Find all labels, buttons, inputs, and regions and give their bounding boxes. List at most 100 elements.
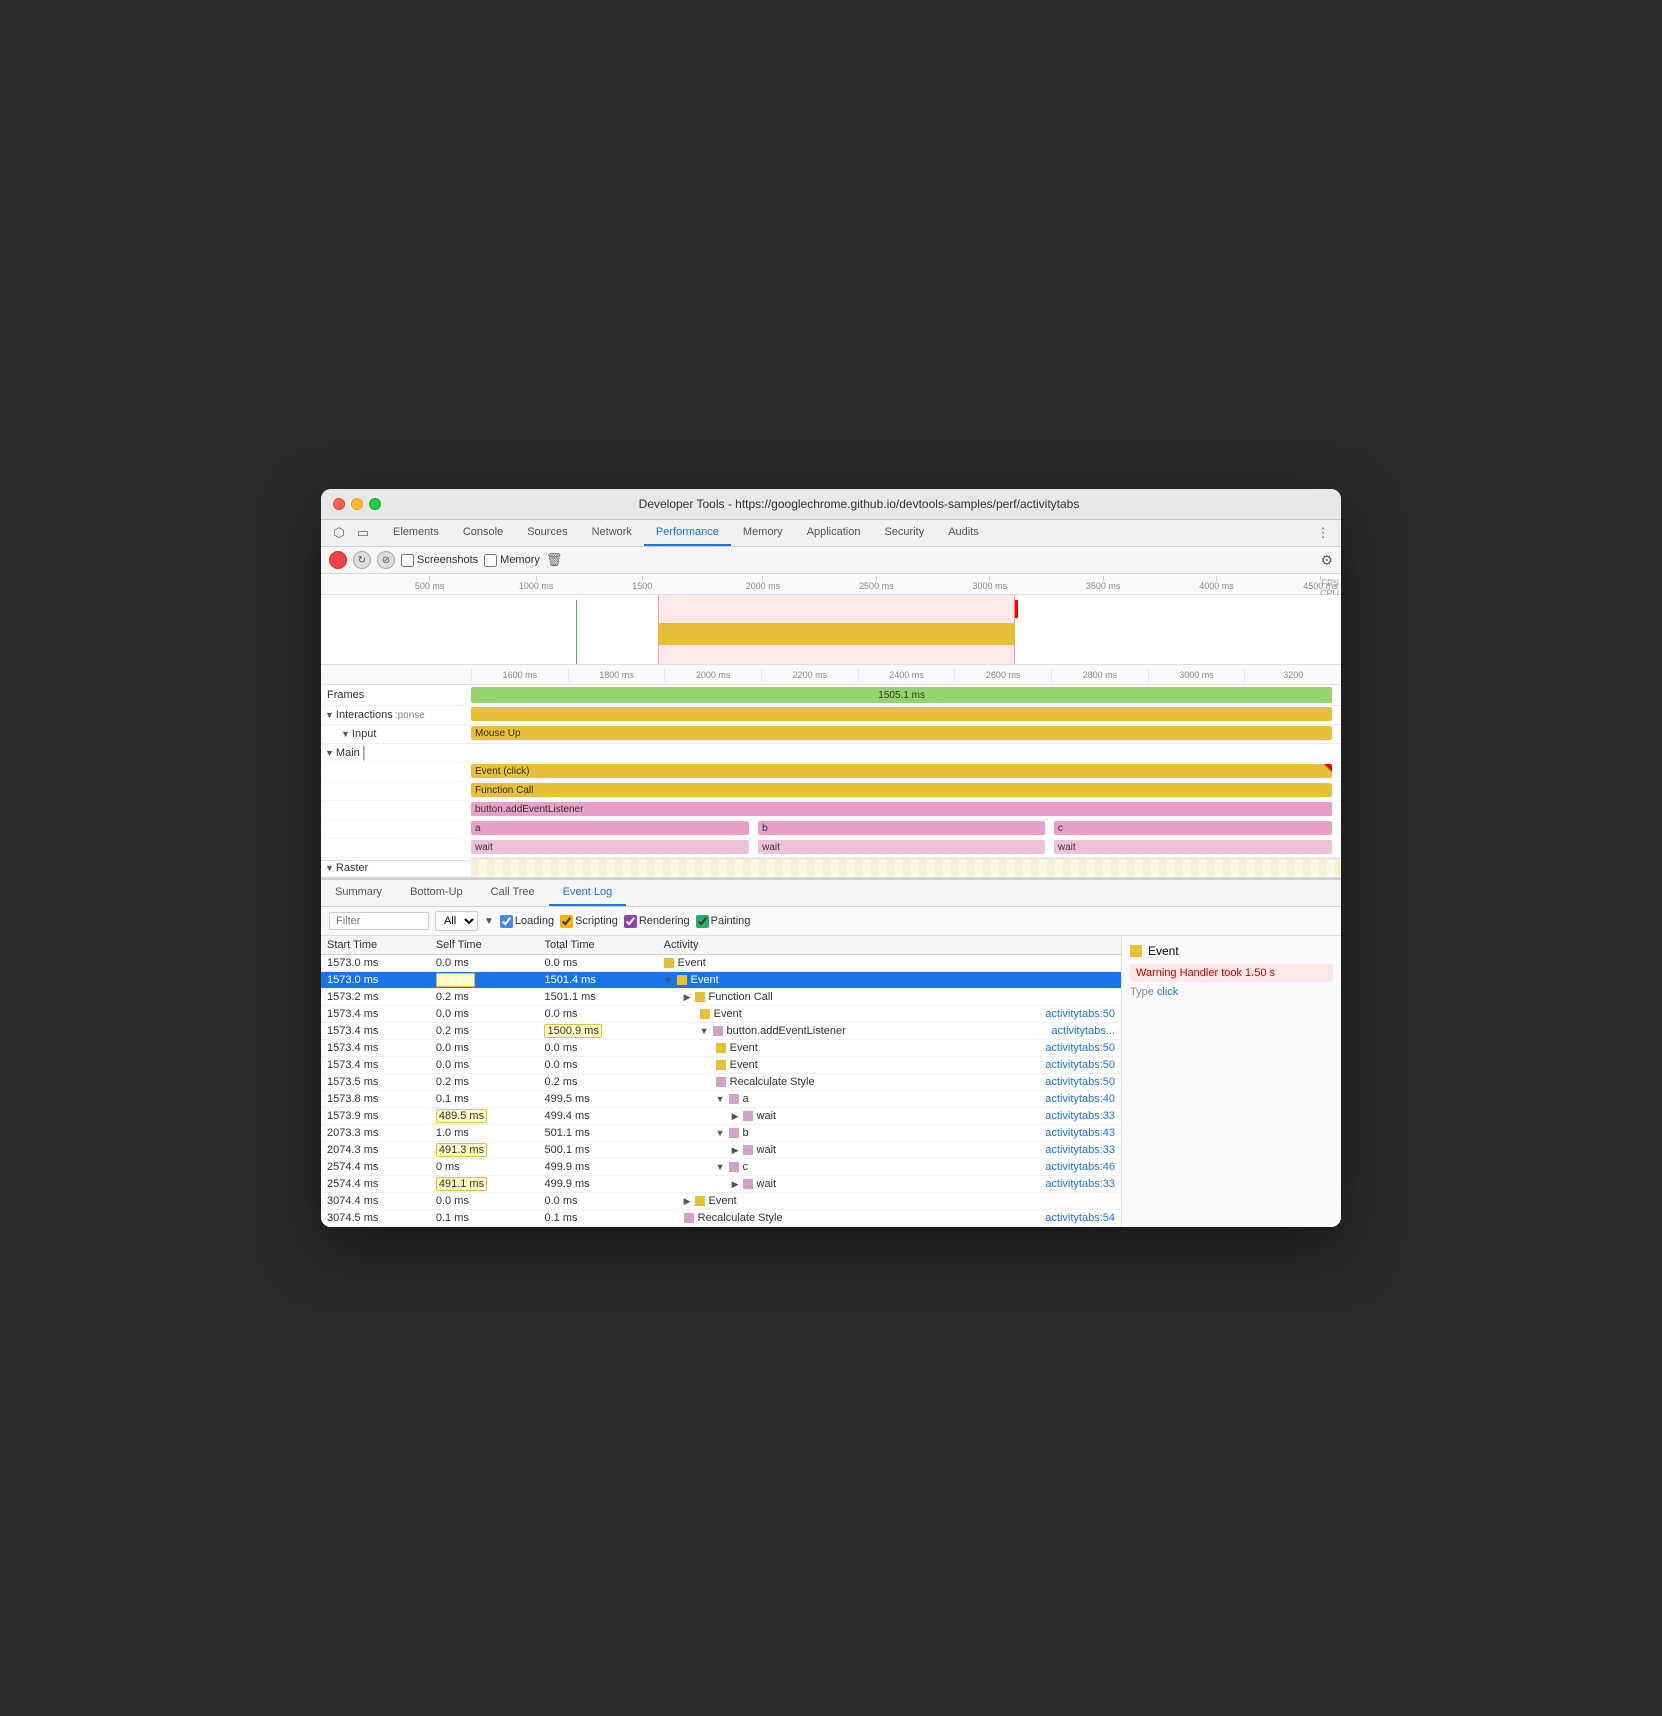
cell-total-time: 0.0 ms	[538, 1193, 657, 1210]
close-button[interactable]	[333, 498, 345, 510]
cell-start-time: 2574.4 ms	[321, 1176, 430, 1193]
tab-summary[interactable]: Summary	[321, 880, 396, 906]
interactions-expand[interactable]: ▼	[325, 710, 334, 720]
selection-line	[576, 600, 577, 665]
device-icon[interactable]: ▭	[353, 523, 373, 543]
tab-console[interactable]: Console	[451, 520, 515, 546]
tab-elements[interactable]: Elements	[381, 520, 451, 546]
table-row[interactable]: 2074.3 ms491.3 ms500.1 ms ▶ wait activit…	[321, 1142, 1121, 1159]
warning-label: Warning	[1136, 967, 1177, 979]
tab-call-tree[interactable]: Call Tree	[477, 880, 549, 906]
performance-toolbar: ↻ ⊘ Screenshots Memory 🗑 ⚙	[321, 547, 1341, 574]
cell-self-time: 0 ms	[430, 1159, 539, 1176]
tab-security[interactable]: Security	[872, 520, 936, 546]
activity-link[interactable]: activitytabs:33	[1037, 1110, 1115, 1122]
th-start-time[interactable]: Start Time	[321, 936, 430, 955]
table-row[interactable]: 1573.0 ms0.2 ms1501.4 ms ▼ Event	[321, 972, 1121, 989]
activity-link[interactable]: activitytabs...	[1043, 1025, 1115, 1037]
interactions-row: ▼ Interactions :ponse	[321, 706, 1341, 725]
rendering-checkbox[interactable]	[624, 915, 637, 928]
activity-link[interactable]: activitytabs:43	[1037, 1127, 1115, 1139]
rendering-checkbox-label[interactable]: Rendering	[624, 915, 690, 928]
cell-total-time: 0.1 ms	[538, 1210, 657, 1227]
minimize-button[interactable]	[351, 498, 363, 510]
cell-total-time: 0.0 ms	[538, 1006, 657, 1023]
table-row[interactable]: 3074.5 ms0.1 ms0.1 ms Recalculate Style …	[321, 1210, 1121, 1227]
loading-checkbox-label[interactable]: Loading	[500, 915, 554, 928]
cell-self-time: 0.2 ms	[430, 989, 539, 1006]
tab-performance[interactable]: Performance	[644, 520, 731, 546]
table-row[interactable]: 1573.2 ms0.2 ms1501.1 ms ▶ Function Call	[321, 989, 1121, 1006]
cell-activity: Event activitytabs:50	[658, 1006, 1121, 1023]
loading-checkbox[interactable]	[500, 915, 513, 928]
main-label: ▼ Main |	[321, 744, 471, 762]
filter-select[interactable]: All	[435, 911, 478, 931]
settings-icon[interactable]: ⚙	[1320, 552, 1333, 568]
add-event-listener-block: button.addEventListener	[471, 802, 1332, 816]
cell-self-time: 0.0 ms	[430, 1040, 539, 1057]
table-row[interactable]: 3074.4 ms0.0 ms0.0 ms ▶ Event	[321, 1193, 1121, 1210]
table-row[interactable]: 2574.4 ms491.1 ms499.9 ms ▶ wait activit…	[321, 1176, 1121, 1193]
overview-chart[interactable]	[321, 595, 1341, 665]
table-row[interactable]: 2073.3 ms1.0 ms501.1 ms ▼ b activitytabs…	[321, 1125, 1121, 1142]
trash-icon[interactable]: 🗑	[546, 552, 563, 568]
event-info-title: Event	[1130, 944, 1333, 958]
th-activity[interactable]: Activity	[658, 936, 1121, 955]
scripting-checkbox-label[interactable]: Scripting	[560, 915, 618, 928]
tab-memory[interactable]: Memory	[731, 520, 795, 546]
activity-link[interactable]: activitytabs:33	[1037, 1144, 1115, 1156]
painting-checkbox-label[interactable]: Painting	[696, 915, 751, 928]
tick-2800: 2800 ms	[1051, 668, 1148, 682]
screenshots-checkbox-label[interactable]: Screenshots	[401, 554, 478, 567]
memory-checkbox-label[interactable]: Memory	[484, 554, 540, 567]
scripting-checkbox[interactable]	[560, 915, 573, 928]
event-click-content: Event (click)	[471, 763, 1341, 781]
th-total-time[interactable]: Total Time	[538, 936, 657, 955]
tab-network[interactable]: Network	[580, 520, 644, 546]
wait-label	[321, 847, 471, 849]
activity-link[interactable]: activitytabs:50	[1037, 1042, 1115, 1054]
activity-name: Event	[709, 1195, 737, 1207]
table-row[interactable]: 1573.5 ms0.2 ms0.2 ms Recalculate Style …	[321, 1074, 1121, 1091]
cursor-icon[interactable]: ⬡	[329, 523, 349, 543]
activity-icon	[664, 958, 674, 968]
cell-self-time: 0.2 ms	[430, 1023, 539, 1040]
tab-event-log[interactable]: Event Log	[549, 880, 627, 906]
activity-link[interactable]: activitytabs:40	[1037, 1093, 1115, 1105]
table-row[interactable]: 1573.8 ms0.1 ms499.5 ms ▼ a activitytabs…	[321, 1091, 1121, 1108]
clear-button[interactable]: ⊘	[377, 551, 395, 569]
table-row[interactable]: 1573.4 ms0.2 ms1500.9 ms ▼ button.addEve…	[321, 1023, 1121, 1040]
table-row[interactable]: 1573.4 ms0.0 ms0.0 ms Event activitytabs…	[321, 1040, 1121, 1057]
filter-input[interactable]	[329, 912, 429, 930]
activity-name: wait	[757, 1144, 777, 1156]
table-row[interactable]: 1573.4 ms0.0 ms0.0 ms Event activitytabs…	[321, 1057, 1121, 1074]
memory-checkbox[interactable]	[484, 554, 497, 567]
a-block: a	[471, 821, 749, 835]
activity-link[interactable]: activitytabs:54	[1037, 1212, 1115, 1224]
tab-sources[interactable]: Sources	[515, 520, 579, 546]
table-row[interactable]: 1573.4 ms0.0 ms0.0 ms Event activitytabs…	[321, 1006, 1121, 1023]
refresh-record-button[interactable]: ↻	[353, 551, 371, 569]
activity-link[interactable]: activitytabs:33	[1037, 1178, 1115, 1190]
main-expand[interactable]: ▼	[325, 748, 334, 758]
input-expand[interactable]: ▼	[341, 729, 350, 739]
painting-checkbox[interactable]	[696, 915, 709, 928]
tab-application[interactable]: Application	[795, 520, 873, 546]
table-row[interactable]: 1573.9 ms489.5 ms499.4 ms ▶ wait activit…	[321, 1108, 1121, 1125]
activity-link[interactable]: activitytabs:46	[1037, 1161, 1115, 1173]
activity-link[interactable]: activitytabs:50	[1037, 1059, 1115, 1071]
cell-total-time: 1501.4 ms	[538, 972, 657, 989]
maximize-button[interactable]	[369, 498, 381, 510]
table-row[interactable]: 2574.4 ms0 ms499.9 ms ▼ c activitytabs:4…	[321, 1159, 1121, 1176]
activity-link[interactable]: activitytabs:50	[1037, 1076, 1115, 1088]
activity-link[interactable]: activitytabs:50	[1037, 1008, 1115, 1020]
record-button[interactable]	[329, 551, 347, 569]
raster-expand[interactable]: ▼	[325, 863, 334, 873]
table-row[interactable]: 1573.0 ms0.0 ms0.0 ms Event	[321, 955, 1121, 972]
tab-bottom-up[interactable]: Bottom-Up	[396, 880, 477, 906]
th-self-time[interactable]: Self Time	[430, 936, 539, 955]
tab-audits[interactable]: Audits	[936, 520, 991, 546]
cell-start-time: 1573.0 ms	[321, 972, 430, 989]
more-options-icon[interactable]: ⋮	[1313, 523, 1333, 543]
screenshots-checkbox[interactable]	[401, 554, 414, 567]
